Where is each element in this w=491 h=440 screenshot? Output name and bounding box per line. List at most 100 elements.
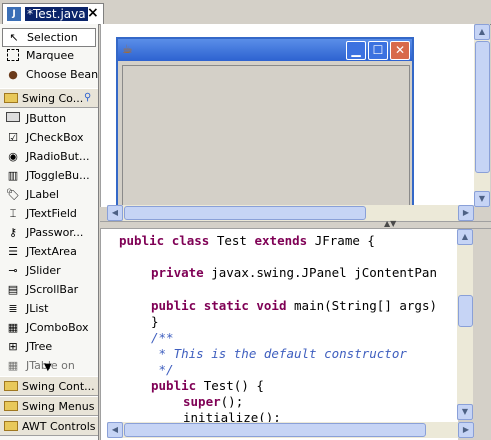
- java-file-icon: J: [7, 7, 21, 21]
- palette-item-jslider[interactable]: ⊸ JSlider: [2, 262, 96, 281]
- palette-item-label: JTree: [26, 340, 53, 353]
- key-icon: ⚷: [8, 226, 18, 239]
- code-editor[interactable]: public class Test extends JFrame { priva…: [100, 229, 458, 440]
- palette-item-label: JList: [26, 302, 49, 315]
- palette-item-jtogglebutton[interactable]: ▥ JToggleBu...: [2, 167, 96, 186]
- palette-item-jlabel[interactable]: 🏷 JLabel: [2, 186, 96, 205]
- palette-item-label: JScrollBar: [26, 283, 79, 296]
- palette-item-label: JButton: [26, 112, 67, 125]
- palette-item-jtextfield[interactable]: ⌶ JTextField: [2, 205, 96, 224]
- palette-item-label: JTextArea: [26, 245, 77, 258]
- close-window-icon[interactable]: ✕: [390, 41, 410, 60]
- folder-icon: [4, 421, 18, 431]
- close-icon[interactable]: ×: [87, 5, 99, 21]
- category-label: AWT Controls: [22, 420, 96, 433]
- folder-icon: [4, 93, 18, 103]
- toggle-icon: ▥: [7, 169, 19, 182]
- code-line: public Test() {: [151, 378, 264, 393]
- palette-item-jscrollbar[interactable]: ▤ JScrollBar: [2, 281, 96, 300]
- jframe-content-pane[interactable]: [122, 65, 410, 207]
- code-line: }: [151, 314, 159, 329]
- palette-item-jtree[interactable]: ⊞ JTree: [2, 338, 96, 357]
- palette-item-label: Choose Bean: [26, 68, 99, 81]
- marquee-icon: [6, 49, 20, 63]
- palette-item-jpasswordfield[interactable]: ⚷ JPasswor...: [2, 224, 96, 243]
- scroll-down-icon[interactable]: ▼: [474, 191, 490, 207]
- palette-item-jcombobox[interactable]: ▦ JComboBox: [2, 319, 96, 338]
- scroll-right-icon[interactable]: ▶: [458, 205, 474, 221]
- category-awt-controls[interactable]: AWT Controls: [0, 416, 98, 436]
- code-line: super();: [183, 394, 244, 409]
- bean-icon: ●: [8, 68, 18, 81]
- design-vertical-scrollbar[interactable]: ▲ ▼: [474, 24, 490, 207]
- jframe-titlebar[interactable]: ☕ ▁ ☐ ✕: [118, 39, 412, 61]
- textfield-icon: ⌶: [9, 207, 17, 220]
- design-horizontal-scrollbar[interactable]: ◀ ▶: [107, 205, 474, 221]
- scroll-thumb[interactable]: [475, 41, 490, 173]
- code-comment: * This is the default constructor: [151, 346, 407, 361]
- code-line: private javax.swing.JPanel jContentPan: [151, 265, 437, 280]
- code-line: public class Test extends JFrame {: [119, 233, 375, 248]
- palette-item-label: JLabel: [26, 188, 59, 201]
- scroll-thumb[interactable]: [124, 423, 426, 437]
- textarea-icon: ☰: [8, 245, 18, 258]
- editor-tab[interactable]: J *Test.java ×: [2, 3, 104, 24]
- scroll-down-icon[interactable]: ▼: [457, 404, 473, 420]
- palette-item-jcheckbox[interactable]: ☑ JCheckBox: [2, 129, 96, 148]
- palette-marquee[interactable]: Marquee: [2, 47, 96, 66]
- category-label: Swing Cont...: [22, 380, 95, 393]
- palette-item-label: JToggleBu...: [26, 169, 90, 182]
- pane-splitter[interactable]: ▲▼: [100, 219, 491, 229]
- palette-item-label: Selection: [27, 31, 78, 44]
- palette-selection[interactable]: ↖ Selection: [2, 28, 96, 47]
- jframe-preview[interactable]: ☕ ▁ ☐ ✕: [116, 37, 414, 207]
- palette-item-label: JPasswor...: [26, 226, 84, 239]
- splitter-arrows-icon[interactable]: ▲▼: [384, 219, 396, 228]
- category-swing-components[interactable]: Swing Co... ⚲: [0, 88, 98, 108]
- code-horizontal-scrollbar[interactable]: ◀ ▶: [107, 422, 474, 438]
- palette-choose-bean[interactable]: ● Choose Bean: [2, 66, 99, 85]
- tree-icon: ⊞: [8, 340, 18, 353]
- scroll-left-icon[interactable]: ◀: [107, 205, 123, 221]
- palette-item-jradiobutton[interactable]: ◉ JRadioBut...: [2, 148, 96, 167]
- checkbox-icon: ☑: [8, 131, 18, 144]
- palette-item-label: JSlider: [26, 264, 61, 277]
- scrollbar-icon: ▤: [7, 283, 19, 296]
- code-line: public static void main(String[] args): [151, 298, 438, 313]
- scroll-down-icon[interactable]: ▼: [44, 362, 52, 373]
- pin-icon[interactable]: ⚲: [84, 92, 91, 103]
- radio-icon: ◉: [8, 150, 18, 163]
- slider-icon: ⊸: [8, 264, 18, 277]
- category-label: Swing Menus: [22, 400, 95, 413]
- code-comment: */: [151, 362, 174, 377]
- folder-icon: [4, 381, 18, 391]
- list-icon: ≣: [8, 302, 18, 315]
- scroll-up-icon[interactable]: ▲: [474, 24, 490, 40]
- palette-item-label: JRadioBut...: [26, 150, 90, 163]
- code-vertical-scrollbar[interactable]: ▲ ▼: [457, 229, 473, 420]
- maximize-icon[interactable]: ☐: [368, 41, 388, 60]
- scroll-left-icon[interactable]: ◀: [107, 422, 123, 438]
- combobox-icon: ▦: [7, 321, 19, 334]
- scroll-thumb[interactable]: [458, 295, 473, 327]
- category-swing-menus[interactable]: Swing Menus: [0, 396, 98, 416]
- button-icon: [6, 112, 20, 126]
- palette-item-label: Marquee: [26, 49, 75, 62]
- palette-item-label: JCheckBox: [26, 131, 84, 144]
- palette-item-jbutton[interactable]: JButton: [2, 110, 96, 129]
- code-comment: /**: [151, 330, 174, 345]
- editor-tab-bar: J *Test.java ×: [0, 0, 491, 25]
- folder-icon: [4, 401, 18, 411]
- table-icon: ▦: [7, 359, 19, 372]
- label-icon: 🏷: [6, 188, 20, 201]
- scroll-up-icon[interactable]: ▲: [457, 229, 473, 245]
- minimize-icon[interactable]: ▁: [346, 41, 366, 60]
- palette-item-jlist[interactable]: ≣ JList: [2, 300, 96, 319]
- arrow-pointer-icon: ↖: [9, 31, 19, 44]
- component-palette: ↖ Selection Marquee ● Choose Bean Swing …: [0, 24, 99, 440]
- palette-item-jtextarea[interactable]: ☰ JTextArea: [2, 243, 96, 262]
- scroll-thumb[interactable]: [124, 206, 366, 220]
- editor-tab-label: *Test.java: [25, 7, 88, 21]
- category-swing-containers[interactable]: Swing Cont...: [0, 376, 98, 396]
- scroll-right-icon[interactable]: ▶: [458, 422, 474, 438]
